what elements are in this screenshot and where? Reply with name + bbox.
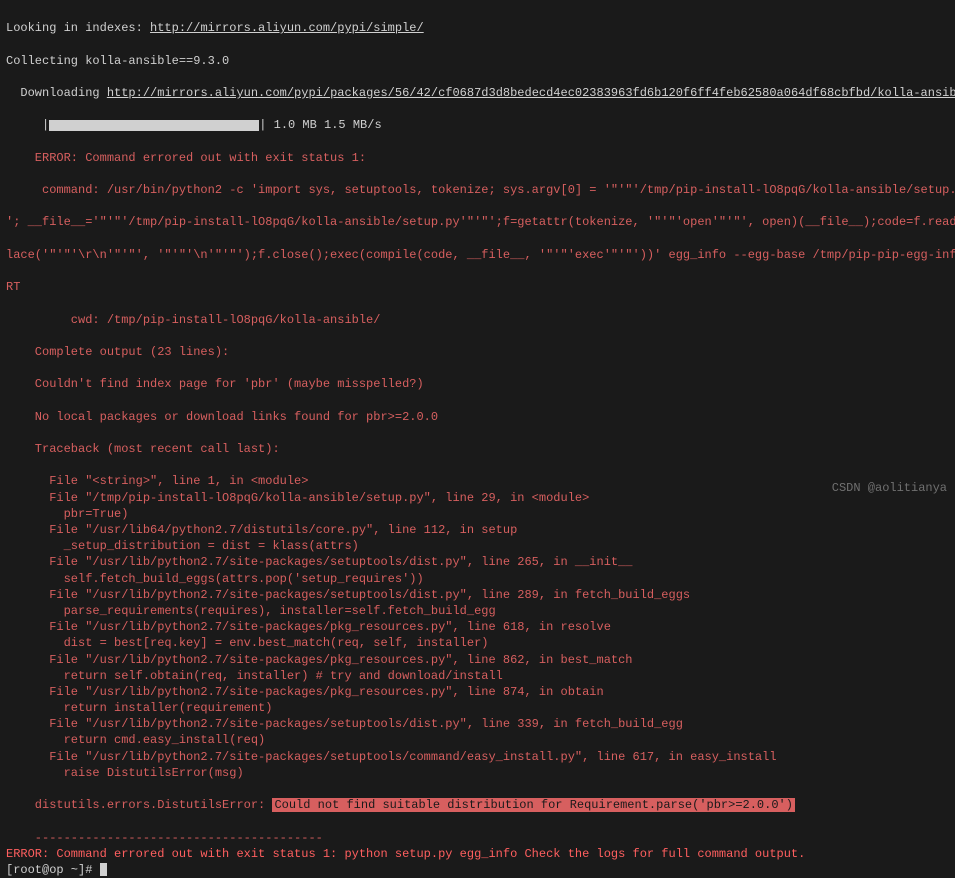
prompt-line[interactable]: [root@op ~]# [6, 862, 949, 878]
final-error: ERROR: Command errored out with exit sta… [6, 846, 949, 862]
traceback-file: File "/tmp/pip-install-lO8pqG/kolla-ansi… [6, 491, 589, 505]
error-block: ERROR: Command errored out with exit sta… [6, 134, 949, 846]
no-local: No local packages or download links foun… [6, 410, 438, 424]
index-line: Looking in indexes: http://mirrors.aliyu… [6, 21, 424, 35]
no-index: Couldn't find index page for 'pbr' (mayb… [6, 377, 424, 391]
distutils-error: distutils.errors.DistutilsError: Could n… [6, 798, 795, 812]
terminal-output: Looking in indexes: http://mirrors.aliyu… [6, 4, 949, 134]
download-url[interactable]: http://mirrors.aliyun.com/pypi/packages/… [107, 86, 955, 100]
error-highlight: Could not find suitable distribution for… [272, 798, 794, 812]
error-command: command: /usr/bin/python2 -c 'import sys… [6, 183, 955, 197]
shell-prompt: [root@op ~]# [6, 863, 100, 877]
traceback-code: self.fetch_build_eggs(attrs.pop('setup_r… [6, 572, 424, 586]
traceback-file: File "/usr/lib/python2.7/site-packages/s… [6, 555, 633, 569]
traceback-code: pbr=True) [6, 507, 128, 521]
dashes: ---------------------------------------- [6, 831, 323, 845]
traceback-file: File "/usr/lib64/python2.7/distutils/cor… [6, 523, 517, 537]
traceback-code: return cmd.easy_install(req) [6, 733, 265, 747]
traceback-file: File "/usr/lib/python2.7/site-packages/p… [6, 685, 604, 699]
cursor-icon [100, 863, 107, 876]
traceback-code: _setup_distribution = dist = klass(attrs… [6, 539, 359, 553]
traceback-file: File "/usr/lib/python2.7/site-packages/s… [6, 588, 690, 602]
traceback-file: File "/usr/lib/python2.7/site-packages/p… [6, 653, 633, 667]
traceback-code: parse_requirements(requires), installer=… [6, 604, 496, 618]
complete-output: Complete output (23 lines): [6, 345, 229, 359]
progress-bar-icon [49, 120, 259, 131]
index-url[interactable]: http://mirrors.aliyun.com/pypi/simple/ [150, 21, 424, 35]
traceback-code: return self.obtain(req, installer) # try… [6, 669, 503, 683]
progress-line: || 1.0 MB 1.5 MB/s [6, 118, 382, 132]
traceback-file: File "<string>", line 1, in <module> [6, 474, 308, 488]
error-cwd: cwd: /tmp/pip-install-lO8pqG/kolla-ansib… [6, 313, 380, 327]
traceback-header: Traceback (most recent call last): [6, 442, 280, 456]
error-header: ERROR: Command errored out with exit sta… [6, 151, 366, 165]
watermark: CSDN @aolitianya [832, 480, 947, 496]
traceback-file: File "/usr/lib/python2.7/site-packages/p… [6, 620, 611, 634]
traceback-code: raise DistutilsError(msg) [6, 766, 244, 780]
download-line: Downloading http://mirrors.aliyun.com/py… [6, 86, 955, 100]
traceback-code: dist = best[req.key] = env.best_match(re… [6, 636, 488, 650]
collecting-line: Collecting kolla-ansible==9.3.0 [6, 54, 229, 68]
traceback-code: return installer(requirement) [6, 701, 272, 715]
traceback-file: File "/usr/lib/python2.7/site-packages/s… [6, 717, 683, 731]
traceback-file: File "/usr/lib/python2.7/site-packages/s… [6, 750, 777, 764]
